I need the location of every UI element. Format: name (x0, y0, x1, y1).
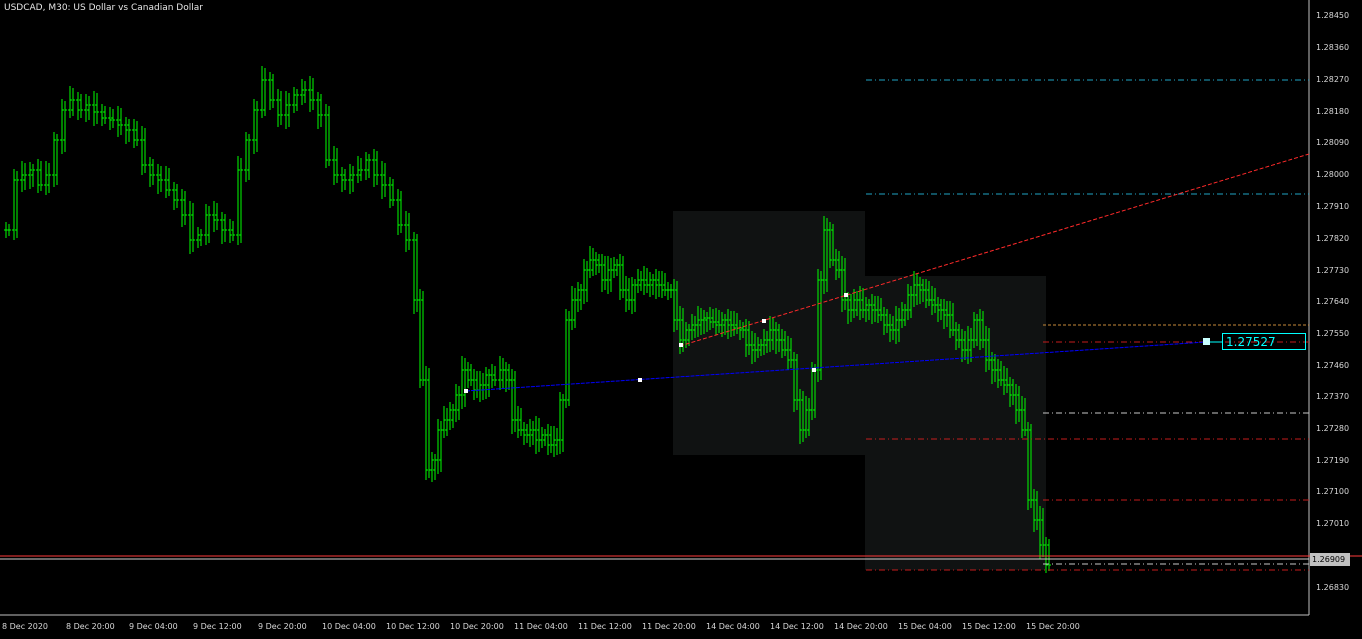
price-tick-label: 1.28270 (1316, 75, 1350, 84)
time-tick-label: 9 Dec 04:00 (129, 622, 178, 631)
time-tick-label: 15 Dec 20:00 (1026, 622, 1080, 631)
price-tick-label: 1.28450 (1316, 11, 1350, 20)
trendline-anchor[interactable] (762, 319, 766, 323)
price-tick-label: 1.27460 (1316, 361, 1350, 370)
price-tick-label: 1.27640 (1316, 297, 1350, 306)
bid-price-label: 1.26909 (1310, 553, 1350, 566)
time-tick-label: 15 Dec 12:00 (962, 622, 1016, 631)
price-tick-label: 1.27550 (1316, 329, 1350, 338)
trendline-end-handle[interactable] (1203, 338, 1210, 345)
price-tick-label: 1.28180 (1316, 107, 1350, 116)
price-tick-label: 1.27910 (1316, 202, 1350, 211)
zone-rectangle[interactable] (865, 276, 1046, 570)
chart-title: USDCAD, M30: US Dollar vs Canadian Dolla… (4, 3, 203, 13)
time-tick-label: 8 Dec 2020 (2, 622, 49, 631)
trendline-price-label[interactable]: 1.27527 (1222, 333, 1306, 350)
price-tick-label: 1.27280 (1316, 424, 1350, 433)
time-tick-label: 14 Dec 12:00 (770, 622, 824, 631)
time-tick-label: 15 Dec 04:00 (898, 622, 952, 631)
price-tick-label: 1.27010 (1316, 519, 1350, 528)
price-tick-label: 1.26830 (1316, 583, 1350, 592)
price-tick-label: 1.27190 (1316, 456, 1350, 465)
time-tick-label: 14 Dec 20:00 (834, 622, 888, 631)
trendline-anchor[interactable] (464, 389, 468, 393)
time-tick-label: 14 Dec 04:00 (706, 622, 760, 631)
chart-area[interactable]: USDCAD, M30: US Dollar vs Canadian Dolla… (0, 0, 1362, 639)
time-tick-label: 9 Dec 12:00 (193, 622, 242, 631)
trendline-anchor[interactable] (638, 378, 642, 382)
time-tick-label: 10 Dec 04:00 (322, 622, 376, 631)
time-tick-label: 9 Dec 20:00 (258, 622, 307, 631)
time-tick-label: 11 Dec 04:00 (514, 622, 568, 631)
price-tick-label: 1.27820 (1316, 234, 1350, 243)
price-tick-label: 1.27730 (1316, 266, 1350, 275)
time-tick-label: 8 Dec 20:00 (66, 622, 115, 631)
price-tick-label: 1.27100 (1316, 487, 1350, 496)
zone-rectangle[interactable] (673, 211, 865, 455)
time-tick-label: 10 Dec 20:00 (450, 622, 504, 631)
time-tick-label: 11 Dec 20:00 (642, 622, 696, 631)
time-tick-label: 11 Dec 12:00 (578, 622, 632, 631)
price-tick-label: 1.28090 (1316, 138, 1350, 147)
time-tick-label: 10 Dec 12:00 (386, 622, 440, 631)
trendline-anchor[interactable] (812, 368, 816, 372)
price-tick-label: 1.27370 (1316, 392, 1350, 401)
price-chart[interactable] (0, 0, 1362, 639)
price-tick-label: 1.28360 (1316, 43, 1350, 52)
trendline-anchor[interactable] (844, 293, 848, 297)
trendline-anchor[interactable] (679, 343, 683, 347)
price-tick-label: 1.28000 (1316, 170, 1350, 179)
